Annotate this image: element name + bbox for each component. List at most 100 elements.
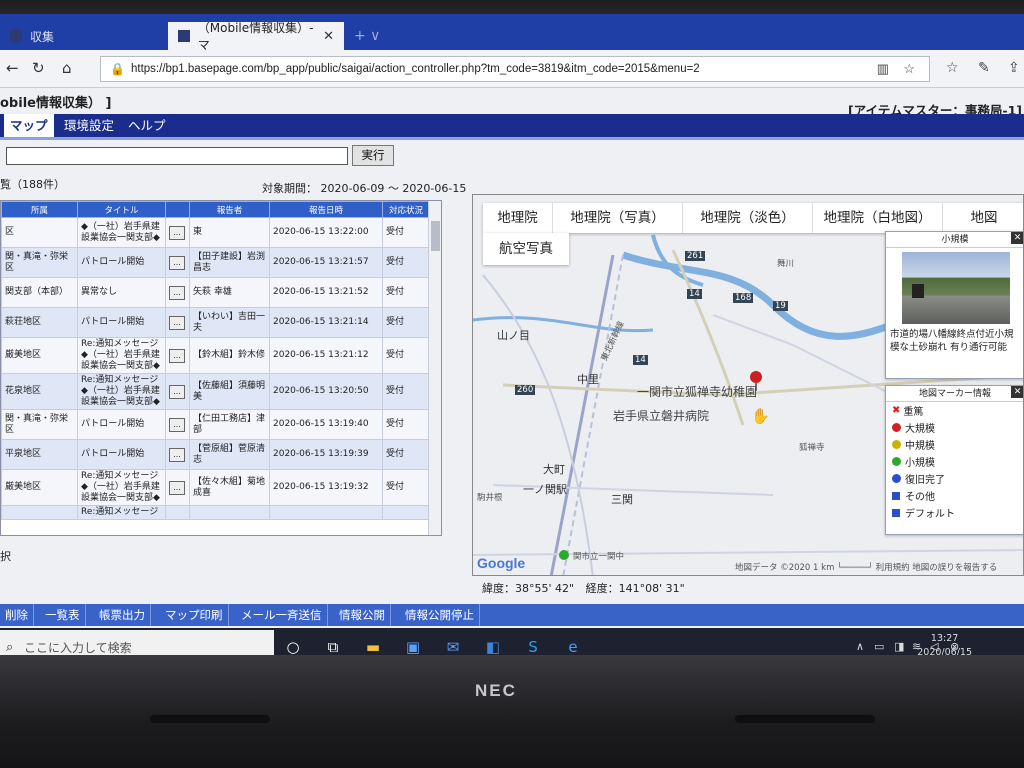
cell-detail: ... <box>165 439 190 470</box>
bezel-vent <box>735 715 875 723</box>
legend-close-icon[interactable]: ✕ <box>1011 386 1023 398</box>
menu-item-map[interactable]: マップ <box>4 114 54 137</box>
map-type-gsi-blank[interactable]: 地理院（白地図） <box>813 203 943 233</box>
row-detail-button[interactable]: ... <box>169 480 185 495</box>
col-header-area[interactable]: 所属 <box>1 201 78 218</box>
row-detail-button[interactable]: ... <box>169 315 185 330</box>
browser-tab-active[interactable]: （Mobile情報収集）-マ ✕ <box>168 21 344 52</box>
clock-time: 13:27 <box>930 633 959 644</box>
table-scrollbar[interactable] <box>428 201 441 535</box>
table-row[interactable]: 関支部（本部） 異常なし... 矢萩 幸雄 2020-06-15 13:21:52 受付 <box>1 277 430 308</box>
row-detail-button[interactable]: ... <box>169 225 185 240</box>
legend-label: デフォルト <box>905 509 955 520</box>
report-photo[interactable] <box>902 252 1010 324</box>
map-type-aerial[interactable]: 航空写真 <box>483 233 569 265</box>
menu-item-help[interactable]: ヘルプ <box>122 114 172 137</box>
search-input[interactable] <box>6 147 348 165</box>
screen: 収集 （Mobile情報収集）-マ ✕ + ∨ ← ↻ ⌂ 🔒 https://… <box>0 14 1024 658</box>
dot-marker-icon <box>892 423 901 432</box>
scrollbar-thumb[interactable] <box>431 221 440 251</box>
table-row[interactable]: Re:通知メッセージ <box>1 505 430 520</box>
home-icon[interactable]: ⌂ <box>62 59 72 77</box>
dot-marker-icon <box>892 440 901 449</box>
publish-button[interactable]: 情報公開 <box>334 604 391 626</box>
row-detail-button[interactable]: ... <box>169 255 185 270</box>
pen-icon[interactable]: ✎ <box>978 60 990 76</box>
col-header-reporter[interactable]: 報告者 <box>189 201 270 218</box>
cell-area: 区 <box>1 217 78 248</box>
table-row[interactable]: 区 ◆（一社）岩手県建設業協会一関支部◆... 東 2020-06-15 13:22:… <box>1 217 430 248</box>
map-print-button[interactable]: マップ印刷 <box>160 604 229 626</box>
tab-close-icon[interactable]: ✕ <box>323 29 334 44</box>
table-header-row: 所属 タイトル 報告者 報告日時 対応状況 <box>1 201 430 218</box>
col-header-status[interactable]: 対応状況 <box>382 201 430 218</box>
photo-panel-close-icon[interactable]: ✕ <box>1011 232 1023 244</box>
map-type-gsi-photo[interactable]: 地理院（写真） <box>553 203 683 233</box>
cell-status: 受付 <box>382 469 430 506</box>
refresh-icon[interactable]: ↻ <box>32 59 45 77</box>
route-260-badge: 260 <box>515 385 536 395</box>
row-detail-button[interactable]: ... <box>169 417 185 432</box>
reading-view-icon[interactable]: ▥ <box>877 57 889 81</box>
row-detail-button[interactable]: ... <box>169 447 185 462</box>
new-tab-button[interactable]: + ∨ <box>344 22 404 50</box>
marker-legend-panel: 地図マーカー情報 ✕ ✖ 重篤 大規模 中規模 小規模 復旧完了 その他 デフォルト <box>885 385 1023 535</box>
map-type-gsi[interactable]: 地理院 <box>483 203 553 233</box>
share-icon[interactable]: ⇪ <box>1008 60 1020 76</box>
mail-broadcast-button[interactable]: メール一斉送信 <box>236 604 328 626</box>
row-detail-button[interactable]: ... <box>169 348 185 363</box>
map-footer[interactable]: 地図データ ©2020 1 km └─────┘ 利用規約 地図の誤りを報告する <box>735 561 997 573</box>
tab-favicon-icon <box>10 30 22 42</box>
map-marker-red[interactable] <box>750 371 762 383</box>
cell-status: 受付 <box>382 373 430 410</box>
legend-item: 大規模 <box>886 419 1023 436</box>
cell-detail: ... <box>165 373 190 410</box>
cell-detail: ... <box>165 247 190 278</box>
map-label-yamanome: 山ノ目 <box>497 329 530 342</box>
report-output-button[interactable]: 帳票出力 <box>94 604 151 626</box>
cell-datetime: 2020-06-15 13:21:14 <box>269 307 383 338</box>
map-type-map[interactable]: 地図 <box>943 203 1023 233</box>
legend-label: その他 <box>905 492 935 503</box>
col-header-title[interactable]: タイトル <box>77 201 166 218</box>
cell-status: 受付 <box>382 247 430 278</box>
row-detail-button[interactable]: ... <box>169 384 185 399</box>
table-row[interactable]: 厳美地区 Re:通知メッセージ ◆（一社）岩手県建設業協会一関支部◆... 【鈴木組… <box>1 337 430 374</box>
table-row[interactable]: 萩荘地区 パトロール開始... 【いわい】吉田一夫 2020-06-15 13:21:… <box>1 307 430 338</box>
tray-network-icon[interactable]: ◨ <box>894 640 904 653</box>
unpublish-button[interactable]: 情報公開停止 <box>400 604 480 626</box>
table-row[interactable]: 関・真滝・弥栄区 パトロール開始... 【田子建設】岩渕昌志 2020-06-15 1… <box>1 247 430 278</box>
map-type-gsi-pale[interactable]: 地理院（淡色） <box>683 203 813 233</box>
cell-title: Re:通知メッセージ ◆（一社）岩手県建設業協会一関支部◆ <box>77 469 166 506</box>
tray-device-icon[interactable]: ▭ <box>874 640 884 653</box>
taskbar-search-box[interactable]: ⌕ ここに入力して検索 <box>0 630 274 658</box>
map-marker-green[interactable] <box>559 550 569 560</box>
address-bar[interactable]: 🔒 https://bp1.basepage.com/bp_app/public… <box>100 56 930 82</box>
legend-title: 地図マーカー情報 <box>886 386 1023 402</box>
delete-button[interactable]: 削除 <box>0 604 34 626</box>
execute-button[interactable]: 実行 <box>352 145 394 166</box>
table-row[interactable]: 平泉地区 パトロール開始... 【菅原組】菅原清志 2020-06-15 13:19:… <box>1 439 430 470</box>
cell-status: 受付 <box>382 307 430 338</box>
table-row[interactable]: 花泉地区 Re:通知メッセージ ◆（一社）岩手県建設業協会一関支部◆... 【佐藤組… <box>1 373 430 410</box>
back-arrow-icon[interactable]: ← <box>6 59 19 77</box>
list-button[interactable]: 一覧表 <box>40 604 86 626</box>
list-count: 覧（188件） <box>0 178 65 191</box>
latitude-readout: 緯度：38°55' 42" <box>482 582 575 595</box>
cell-status <box>382 505 430 520</box>
brand-logo: NEC <box>475 681 517 700</box>
cell-status: 受付 <box>382 409 430 440</box>
table-row[interactable]: 厳美地区 Re:通知メッセージ ◆（一社）岩手県建設業協会一関支部◆... 【佐々木… <box>1 469 430 506</box>
browser-tab-inactive[interactable]: 収集 <box>0 22 160 50</box>
map-view[interactable]: 地理院 地理院（写真） 地理院（淡色） 地理院（白地図） 地図 航空写真 山ノ目… <box>472 194 1024 576</box>
row-detail-button[interactable]: ... <box>169 285 185 300</box>
cell-title: 異常なし <box>77 277 166 308</box>
table-row[interactable]: 関・真滝・弥栄区 パトロール開始... 【仁田工務店】津部 2020-06-15 13… <box>1 409 430 440</box>
col-header-datetime[interactable]: 報告日時 <box>269 201 383 218</box>
cell-reporter: 【佐々木組】菊地成喜 <box>189 469 270 506</box>
cell-datetime: 2020-06-15 13:21:52 <box>269 277 383 308</box>
favorite-star-icon[interactable]: ☆ <box>903 57 915 81</box>
menu-item-settings[interactable]: 環境設定 <box>58 114 120 137</box>
tray-chevron-icon[interactable]: ∧ <box>856 640 864 653</box>
favorites-icon[interactable]: ☆ <box>946 60 959 76</box>
